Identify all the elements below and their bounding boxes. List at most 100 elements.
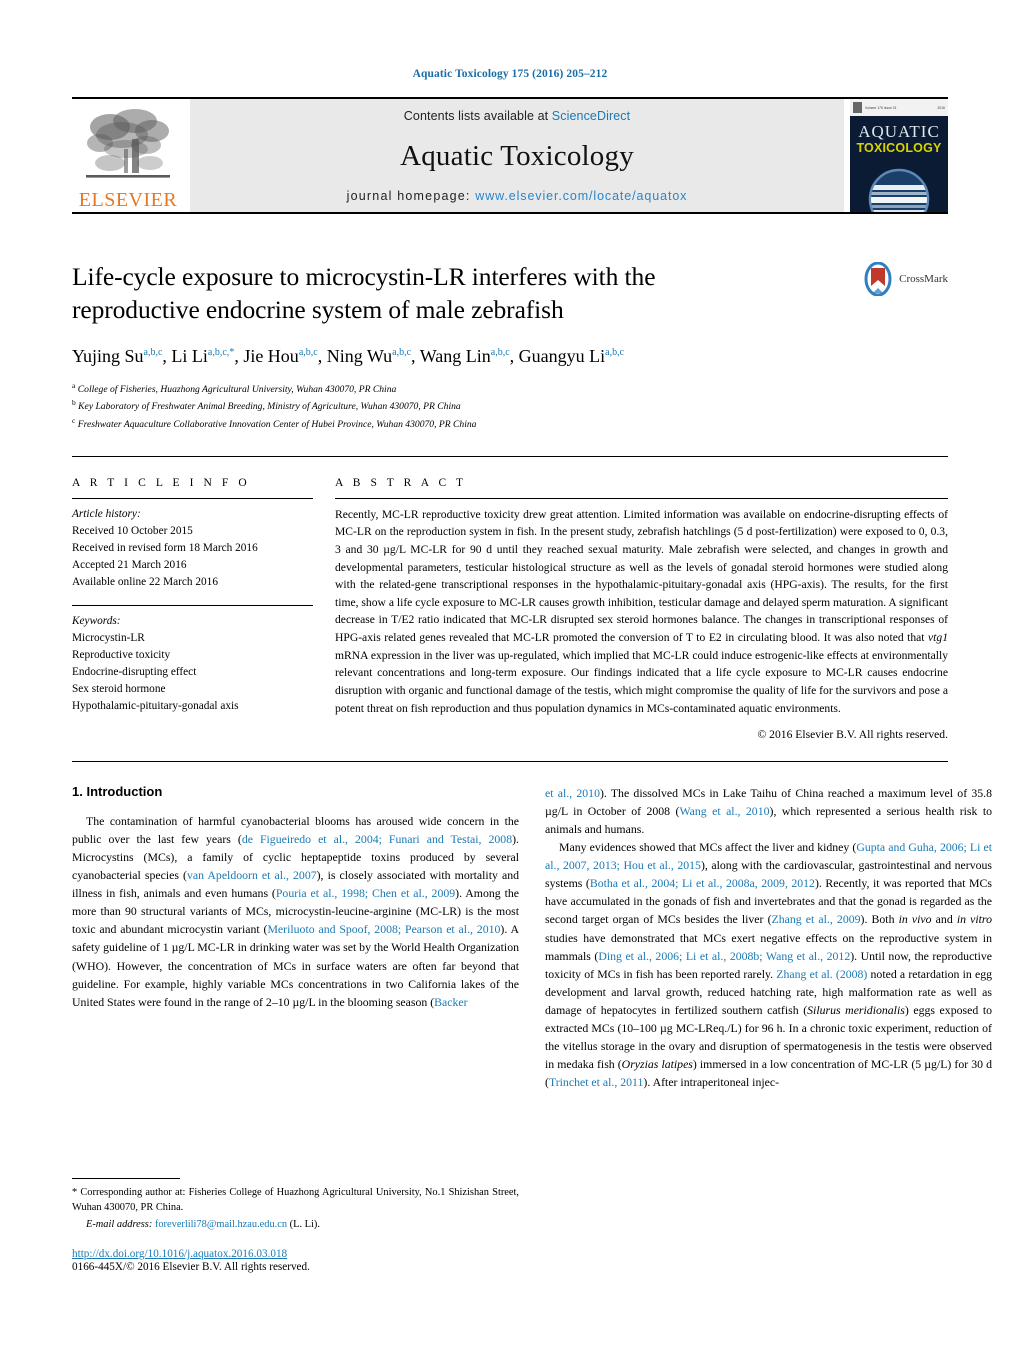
journal-title: Aquatic Toxicology [400,139,634,172]
keyword-item: Sex steroid hormone [72,683,166,696]
keyword-item: Endocrine-disrupting effect [72,666,197,679]
homepage-prefix: journal homepage: [346,189,471,203]
intro-paragraph-2: Many evidences showed that MCs affect th… [545,838,992,1091]
citation-link[interactable]: Wang et al., 2010 [679,804,769,818]
keyword-item: Microcystin-LR [72,631,145,644]
citation-link[interactable]: Ding et al., 2006; Li et al., 2008b; Wan… [598,949,850,963]
doi-link[interactable]: http://dx.doi.org/10.1016/j.aquatox.2016… [72,1248,532,1260]
journal-masthead: ELSEVIER Contents lists available at Sci… [72,97,948,214]
masthead-center: Contents lists available at ScienceDirec… [190,99,844,212]
author-list: Yujing Sua,b,c, Li Lia,b,c,*, Jie Houa,b… [72,346,625,367]
cover-title-aquatic: AQUATIC [858,122,940,141]
citation-link[interactable]: van Apeldoorn et al., 2007 [187,868,317,882]
history-item: Received 10 October 2015 [72,524,193,537]
corresponding-author-star: * [229,347,235,359]
citation-link[interactable]: et al., 2010 [545,786,600,800]
history-item: Accepted 21 March 2016 [72,559,187,572]
article-history-group: Article history: Received 10 October 201… [72,506,313,592]
abstract-italic-term: vtg1 [928,631,948,645]
abstract-column: A B S T R A C T Recently, MC-LR reproduc… [335,477,948,741]
affiliation-item: a College of Fisheries, Huazhong Agricul… [72,380,948,398]
body-column-right: et al., 2010). The dissolved MCs in Lake… [545,784,992,1091]
author-affil-marks-text: a,b,c, [207,347,230,359]
intro-text-seg: ). After intraperitoneal injec- [643,1074,780,1089]
author-affil-marks: a,b,c,* [208,347,234,358]
affiliation-list: a College of Fisheries, Huazhong Agricul… [72,380,948,433]
intro-text-seg: and [931,912,957,927]
affiliation-item: b Key Laboratory of Freshwater Animal Br… [72,397,948,415]
corresponding-author-footnote: * Corresponding author at: Fisheries Col… [72,1178,519,1232]
citation-link[interactable]: Botha et al., 2004; Li et al., 2008a, 20… [590,876,815,890]
cover-top-strip: Volume 175 Issue 01 2016 [850,99,948,116]
crossmark-label: CrossMark [899,273,948,285]
footnote-rule [72,1178,180,1179]
title-block: Life-cycle exposure to microcystin-LR in… [72,260,948,433]
article-info-column: A R T I C L E I N F O Article history: R… [72,477,335,741]
author-name: Jie Hou [243,346,299,367]
citation-link[interactable]: Meriluoto and Spoof, 2008; Pearson et al… [267,922,500,936]
author-name: Li Li [171,346,208,367]
intro-text-seg: ). Both [860,912,899,927]
abstract-rule [335,497,948,499]
affiliation-mark: c [72,416,76,426]
cover-year-text: 2016 [937,105,945,110]
crossmark-badge[interactable]: CrossMark [861,262,948,296]
homepage-url-link[interactable]: www.elsevier.com/locate/aquatox [475,189,687,203]
affiliation-mark: a [72,380,76,390]
author-affil-marks: a,b,c [490,347,510,359]
affiliation-text: Key Laboratory of Freshwater Animal Bree… [78,401,461,413]
body-column-left: 1. Introduction The contamination of har… [72,784,519,1091]
author-affil-marks: a,b,c [605,347,625,359]
issn-copyright-line: 0166-445X/© 2016 Elsevier B.V. All right… [72,1261,310,1273]
email-link[interactable]: foreverlili78@mail.hzau.edu.cn [155,1219,287,1230]
crossmark-icon [864,262,892,296]
running-head: Aquatic Toxicology 175 (2016) 205–212 [412,68,608,80]
affiliation-mark: b [72,398,76,408]
article-title: Life-cycle exposure to microcystin-LR in… [72,262,656,325]
author-affil-marks: a,b,c [298,347,318,359]
cover-artwork-icon [868,168,930,212]
latin-term: in vivo [898,912,932,927]
citation-link[interactable]: Pouria et al., 1998; Chen et al., 2009 [276,886,455,900]
elsevier-tree-icon [86,109,170,178]
introduction-heading: 1. Introduction [72,784,163,800]
species-name: Oryzias latipes [621,1056,693,1071]
author-name: Yujing Su [72,346,144,367]
abstract-copyright: © 2016 Elsevier B.V. All rights reserved… [757,728,948,742]
sciencedirect-link[interactable]: ScienceDirect [552,109,630,123]
contents-available-line: Contents lists available at ScienceDirec… [404,109,630,123]
journal-homepage-line: journal homepage: www.elsevier.com/locat… [347,189,688,203]
body-columns: 1. Introduction The contamination of har… [72,761,992,1091]
keyword-item: Reproductive toxicity [72,648,171,661]
author-name: Ning Wu [326,346,393,367]
latin-term: in vitro [956,912,992,927]
abstract-heading: A B S T R A C T [335,476,467,489]
abstract-part-1: Recently, MC-LR reproductive toxicity dr… [335,507,948,645]
journal-cover-thumbnail: Volume 175 Issue 01 2016 AQUATIC TOXICOL… [850,99,948,212]
author-affil-marks: a,b,c [143,347,163,359]
history-item: Received in revised form 18 March 2016 [72,542,258,555]
affiliation-item: c Freshwater Aquaculture Collaborative I… [72,415,948,433]
citation-link[interactable]: Trinchet et al., 2011 [549,1075,643,1089]
affiliation-text: College of Fisheries, Huazhong Agricultu… [77,383,397,395]
history-item: Available online 22 March 2016 [72,576,218,589]
citation-link[interactable]: Zhang et al., 2009 [772,912,861,926]
abstract-text: Recently, MC-LR reproductive toxicity dr… [335,506,948,717]
intro-paragraph-1-continued: et al., 2010). The dissolved MCs in Lake… [545,784,992,838]
citation-link[interactable]: Backer [434,995,467,1009]
cover-volume-text: Volume 175 Issue 01 [865,105,897,110]
author-name: Wang Lin [419,346,491,367]
keyword-item: Hypothalamic-pituitary-gonadal axis [72,700,239,713]
paper-page: Aquatic Toxicology 175 (2016) 205–212 EL… [0,0,1020,1351]
intro-paragraph-1: The contamination of harmful cyanobacter… [72,812,519,1011]
species-name: Silurus meridionalis [807,1002,905,1017]
email-line: E-mail address: foreverlili78@mail.hzau.… [72,1217,519,1232]
article-info-rule [72,497,313,499]
cover-elsevier-mark-icon [853,102,862,113]
email-label: E-mail address: [86,1218,153,1230]
citation-link[interactable]: Zhang et al. (2008) [776,967,867,981]
citation-link[interactable]: de Figueiredo et al., 2004; Funari and T… [242,832,512,846]
email-suffix: (L. Li). [287,1218,320,1230]
footer-doi-block: http://dx.doi.org/10.1016/j.aquatox.2016… [72,1248,532,1273]
